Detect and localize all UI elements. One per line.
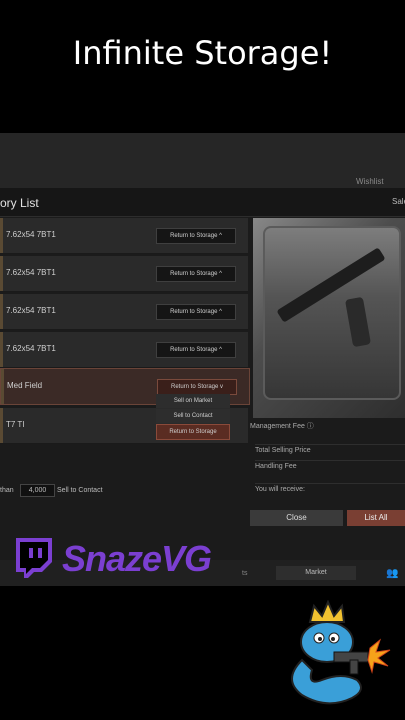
- users-icon[interactable]: 👥: [386, 568, 398, 579]
- row-stripe: [0, 256, 3, 291]
- top-strip: Wishlist: [0, 133, 405, 188]
- sell-filter: than 4,000 Sell to Contact: [0, 484, 103, 497]
- row-stripe: [0, 332, 3, 367]
- return-to-storage-button[interactable]: Return to Storage ^: [156, 342, 236, 358]
- sell-on-market-option[interactable]: Sell on Market: [156, 394, 230, 408]
- brand-name: SnazeVG: [62, 538, 212, 579]
- item-name: T7 TI: [6, 420, 25, 429]
- row-stripe: [0, 218, 3, 253]
- sales-tab[interactable]: Sales: [392, 197, 405, 206]
- sell-to-contact-label[interactable]: Sell to Contact: [57, 487, 103, 494]
- threshold-input[interactable]: 4,000: [20, 484, 55, 497]
- item-name: 7.62x54 7BT1: [6, 344, 56, 353]
- sell-to-contact-option[interactable]: Sell to Contact: [156, 409, 230, 423]
- filter-prefix: than: [0, 487, 14, 494]
- action-dropdown: Sell on Market Sell to Contact Return to…: [156, 394, 230, 441]
- wishlist-label[interactable]: Wishlist: [356, 177, 384, 186]
- panel-title: ory List: [0, 196, 39, 210]
- you-receive-label: You will receive:: [255, 483, 405, 502]
- overlay-title: Infinite Storage!: [72, 34, 333, 72]
- return-to-storage-button[interactable]: Return to Storage ^: [156, 228, 236, 244]
- handling-fee-label: Handling Fee: [255, 460, 405, 479]
- row-stripe: [0, 294, 3, 329]
- return-to-storage-button[interactable]: Return to Storage ^: [156, 266, 236, 282]
- return-to-storage-option[interactable]: Return to Storage: [156, 424, 230, 440]
- close-button[interactable]: Close: [250, 510, 343, 526]
- list-item[interactable]: 7.62x54 7BT1 Return to Storage ^: [0, 294, 248, 330]
- market-tab[interactable]: Market: [276, 566, 356, 580]
- row-stripe: [0, 408, 3, 443]
- tab-left-label[interactable]: ts: [242, 570, 247, 577]
- item-name: 7.62x54 7BT1: [6, 306, 56, 315]
- item-preview-image: [253, 218, 405, 418]
- management-fee-label: Management Fee ⓘ: [250, 423, 314, 430]
- list-all-button[interactable]: List All: [347, 510, 405, 526]
- list-item[interactable]: 7.62x54 7BT1 Return to Storage ^: [0, 218, 248, 254]
- row-stripe: [1, 369, 4, 404]
- item-name: 7.62x54 7BT1: [6, 230, 56, 239]
- panel-header: ory List Sales: [0, 188, 405, 217]
- snake-mascot-icon: [291, 600, 391, 705]
- item-name: 7.62x54 7BT1: [6, 268, 56, 277]
- list-item[interactable]: 7.62x54 7BT1 Return to Storage ^: [0, 256, 248, 292]
- list-item[interactable]: 7.62x54 7BT1 Return to Storage ^: [0, 332, 248, 368]
- item-list: 7.62x54 7BT1 Return to Storage ^ 7.62x54…: [0, 218, 250, 518]
- return-to-storage-button[interactable]: Return to Storage v: [157, 379, 237, 395]
- twitch-icon: [16, 538, 52, 578]
- item-name: Med Field: [7, 381, 43, 390]
- return-to-storage-button[interactable]: Return to Storage ^: [156, 304, 236, 320]
